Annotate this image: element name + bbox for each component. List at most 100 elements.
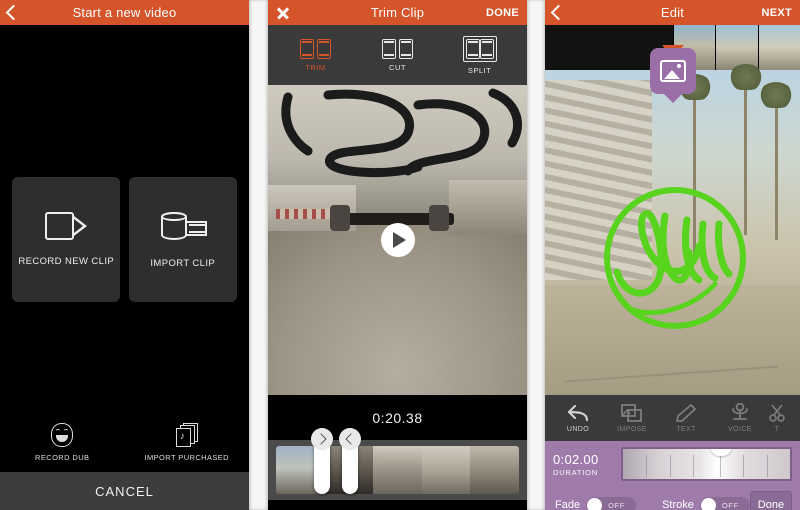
toolbar-text-label: TEXT [676, 425, 696, 433]
fade-toggle[interactable]: OFF [586, 496, 637, 510]
split-filmstrip-icon [462, 35, 497, 62]
music-pages-icon: ♪ [175, 423, 198, 447]
trim-mode-tabs: TRIM CUT SPLIT [268, 25, 527, 85]
record-new-clip-label: RECORD NEW CLIP [18, 256, 115, 267]
panel1-title: Start a new video [72, 5, 177, 20]
edit-canvas[interactable] [545, 48, 800, 395]
stroke-toggle-knob [700, 497, 716, 510]
trim-handle-right[interactable] [339, 428, 361, 494]
stroke-toggle[interactable]: OFF [699, 496, 750, 510]
chevron-left-icon [5, 4, 22, 21]
toolbar-impose[interactable]: IMPOSE [605, 403, 659, 433]
panel3-header: Edit NEXT [545, 0, 800, 25]
panel1-back-button[interactable] [5, 0, 22, 25]
close-x-icon [276, 6, 290, 20]
panel-divider-1 [249, 0, 268, 510]
skateboard-wheel-right [428, 205, 449, 231]
panel2-title: Trim Clip [370, 5, 425, 20]
picture-glyph-icon [659, 60, 686, 82]
duration-row: 0:02.00 DURATION [553, 447, 792, 481]
done-button[interactable]: DONE [486, 0, 519, 25]
panel1-secondary-actions: RECORD DUB ♪ IMPORT PURCHASED [0, 423, 249, 462]
tab-cut-label: CUT [389, 62, 406, 72]
record-dub-button[interactable]: RECORD DUB [7, 423, 117, 462]
green-scribble-jelli[interactable] [603, 180, 753, 340]
toolbar-voice-label: VOICE [728, 426, 752, 433]
stroke-toggle-state: OFF [721, 500, 739, 510]
trim-handle-left[interactable] [311, 428, 333, 494]
tab-cut[interactable]: CUT [374, 38, 422, 72]
video-preview[interactable] [268, 85, 527, 395]
import-clip-label: IMPORT CLIP [150, 258, 216, 269]
fade-option: Fade OFF [555, 496, 637, 510]
panel1-body: RECORD NEW CLIP IMPORT CLIP RECORD DUB ♪… [0, 25, 249, 510]
undo-arrow-icon [567, 404, 589, 421]
video-camera-icon [45, 212, 88, 240]
image-overlay-icon[interactable] [649, 48, 696, 94]
import-purchased-button[interactable]: ♪ IMPORT PURCHASED [132, 423, 242, 462]
duration-options: Fade OFF Stroke OFF Done [553, 491, 792, 510]
palm-trunk [774, 90, 778, 240]
smiley-face-icon [51, 423, 74, 447]
palm-canopy [759, 82, 794, 108]
duration-panel: 0:02.00 DURATION Fade OFF Stroke OFF Don… [545, 441, 800, 510]
toolbar-voice[interactable]: VOICE [713, 403, 767, 433]
panel3-back-button[interactable] [550, 0, 567, 25]
panel2-close-button[interactable] [276, 0, 290, 25]
trim-filmstrip-icon [300, 38, 331, 59]
stroke-option: Stroke OFF [662, 496, 750, 510]
play-button-icon[interactable] [380, 223, 415, 257]
palm-canopy [728, 64, 763, 90]
toolbar-undo-label: UNDO [566, 425, 590, 433]
toolbar-undo[interactable]: UNDO [551, 404, 605, 433]
record-dub-label: RECORD DUB [35, 453, 90, 462]
fade-toggle-state: OFF [608, 500, 625, 510]
chevron-left-icon [550, 4, 567, 21]
timeline-thumb [421, 446, 471, 494]
arrow-right-handle-icon [311, 428, 333, 450]
done-button[interactable]: Done [749, 491, 792, 510]
panel-divider-2 [527, 0, 545, 510]
timeline-thumbnails [276, 446, 519, 494]
toolbar-trim-label: T [774, 425, 780, 433]
duration-readout: 0:02.00 DURATION [553, 452, 613, 477]
fade-toggle-knob [587, 497, 603, 510]
stroke-label: Stroke [662, 499, 694, 510]
screenshot-root: Start a new video RECORD NEW CLIP IMPORT… [0, 0, 800, 510]
duration-slider[interactable] [621, 447, 792, 481]
import-purchased-label: IMPORT PURCHASED [144, 453, 229, 462]
panel1-primary-actions: RECORD NEW CLIP IMPORT CLIP [0, 177, 249, 302]
panel1-header: Start a new video [0, 0, 249, 25]
trim-timestamp: 0:20.38 [268, 395, 527, 440]
skateboard-wheel-left [330, 205, 351, 231]
toolbar-impose-label: IMPOSE [617, 425, 647, 433]
tab-split-label: SPLIT [467, 65, 492, 75]
duration-slider-knob[interactable] [709, 449, 732, 456]
trim-timeline[interactable] [268, 428, 527, 500]
next-button[interactable]: NEXT [761, 0, 792, 25]
fade-label: Fade [555, 499, 581, 510]
film-reel-icon [159, 210, 207, 242]
impose-image-icon [621, 403, 642, 422]
duration-caption: DURATION [553, 467, 599, 477]
record-new-clip-button[interactable]: RECORD NEW CLIP [12, 177, 121, 302]
toolbar-trim[interactable]: T [767, 403, 787, 433]
panel3-title: Edit [660, 5, 685, 20]
tab-split[interactable]: SPLIT [456, 35, 504, 75]
filmstrip-thumb [715, 25, 758, 70]
tab-trim[interactable]: TRIM [292, 38, 340, 72]
panel-edit: Edit NEXT UNDO IMPOSE TEXT VOICE T 0:02.… [545, 0, 800, 510]
microphone-voice-icon [732, 403, 748, 420]
timeline-thumb [373, 446, 422, 494]
timeline-thumb [470, 446, 519, 494]
arrow-left-handle-icon [339, 428, 361, 450]
filmstrip-thumb [757, 25, 800, 70]
cancel-button[interactable]: CANCEL [0, 472, 249, 510]
duration-value: 0:02.00 [553, 451, 599, 467]
pencil-text-icon [676, 403, 696, 422]
import-clip-button[interactable]: IMPORT CLIP [128, 177, 237, 302]
panel-trim-clip: Trim Clip DONE TRIM CUT SPLIT 0:20.38 [268, 0, 527, 510]
toolbar-text[interactable]: TEXT [659, 403, 713, 433]
cut-filmstrip-icon [382, 38, 413, 59]
edit-toolbar: UNDO IMPOSE TEXT VOICE T [545, 395, 800, 441]
